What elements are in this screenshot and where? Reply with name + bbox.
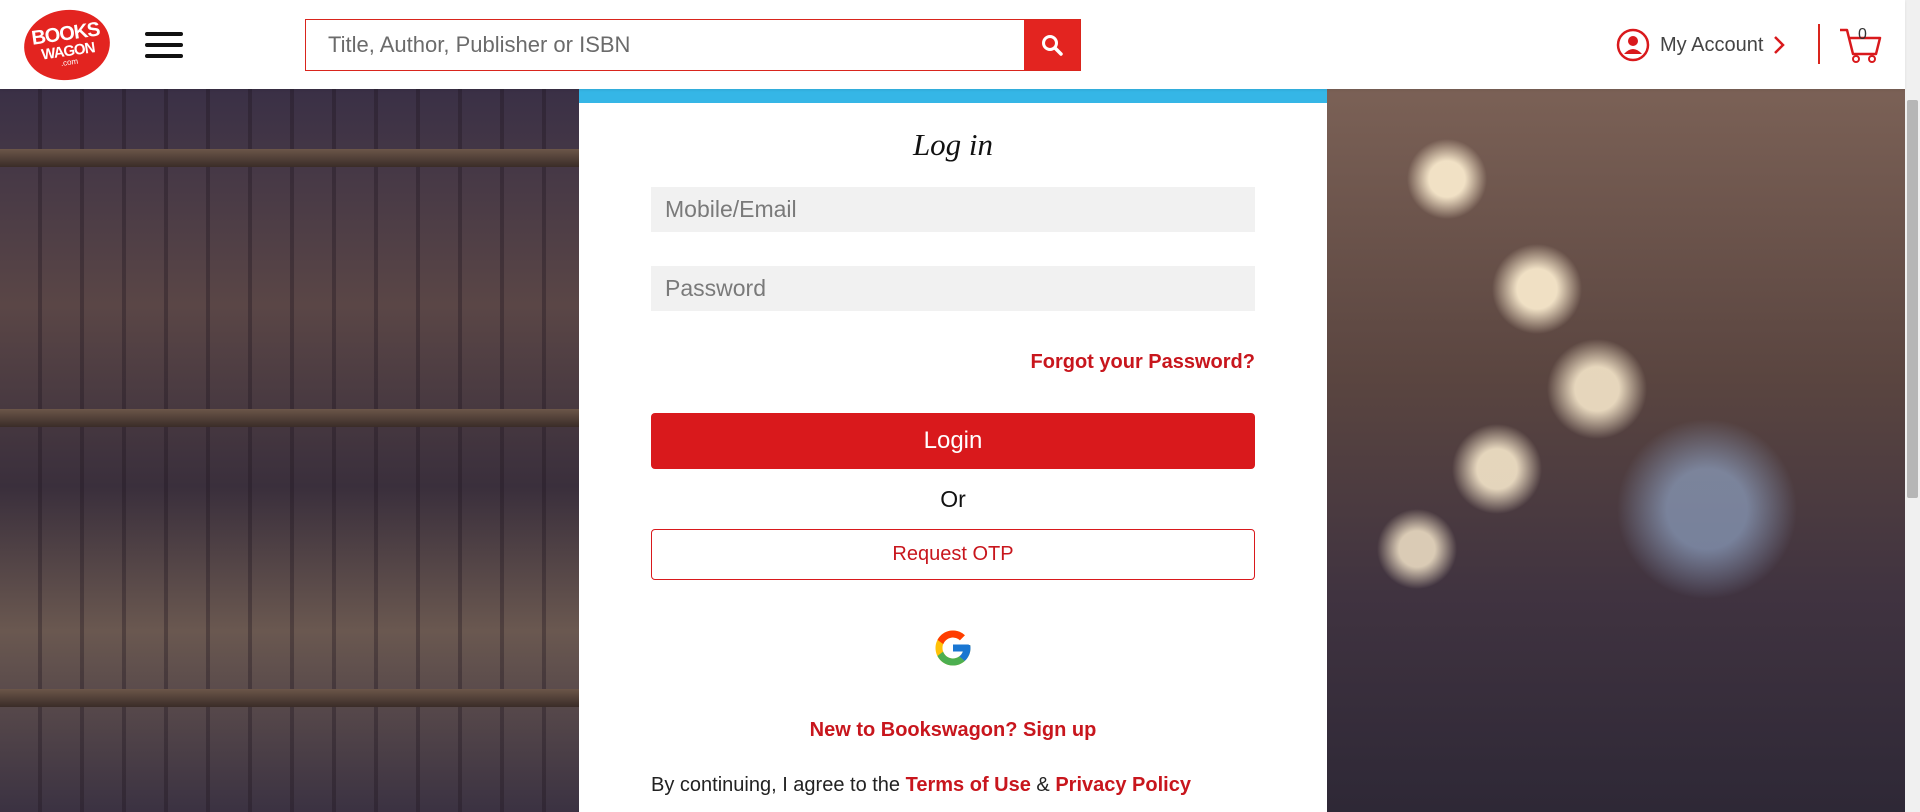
search-icon (1042, 35, 1063, 56)
request-otp-button[interactable]: Request OTP (651, 529, 1255, 580)
login-button[interactable]: Login (651, 413, 1255, 469)
terms-and: & (1036, 774, 1050, 796)
google-icon (935, 630, 971, 666)
my-account-link[interactable]: My Account (1616, 27, 1786, 63)
terms-prefix: By continuing, I agree to the (651, 774, 901, 796)
login-title: Log in (912, 127, 994, 162)
library-background-right (1327, 89, 1905, 812)
cart-count: 0 (1858, 26, 1867, 43)
signup-prompt: New to Bookswagon? Sign up (579, 719, 1327, 742)
privacy-policy-link[interactable]: Privacy Policy (1055, 774, 1191, 796)
login-panel: Log in Forgot your Password? Login Or Re… (579, 89, 1327, 812)
password-field[interactable] (651, 266, 1255, 311)
mobile-email-field[interactable] (651, 187, 1255, 232)
bookshelf-background-left (0, 89, 579, 812)
banner-strip (579, 89, 1327, 103)
logo-line-3: .com (60, 56, 79, 68)
search-input[interactable] (306, 20, 1024, 70)
search-bar (305, 19, 1081, 71)
chevron-right-icon (1774, 36, 1786, 54)
header-divider (1818, 24, 1820, 64)
signup-link[interactable]: New to Bookswagon? Sign up (810, 719, 1097, 741)
bookswagon-logo[interactable]: BOOKS WAGON .com (19, 4, 115, 86)
or-separator: Or (940, 486, 966, 512)
header: BOOKS WAGON .com My Account (0, 0, 1905, 89)
forgot-password-link[interactable]: Forgot your Password? (1031, 351, 1255, 374)
terms-text: By continuing, I agree to the Terms of U… (651, 774, 1191, 797)
search-button[interactable] (1024, 20, 1080, 70)
hamburger-menu-icon[interactable] (145, 32, 183, 58)
cart-button[interactable]: 0 (1838, 24, 1882, 64)
page-scrollbar-thumb[interactable] (1907, 100, 1918, 498)
terms-of-use-link[interactable]: Terms of Use (906, 774, 1031, 796)
user-icon (1616, 28, 1650, 62)
google-login-button[interactable] (932, 627, 974, 669)
my-account-label: My Account (1660, 33, 1764, 56)
